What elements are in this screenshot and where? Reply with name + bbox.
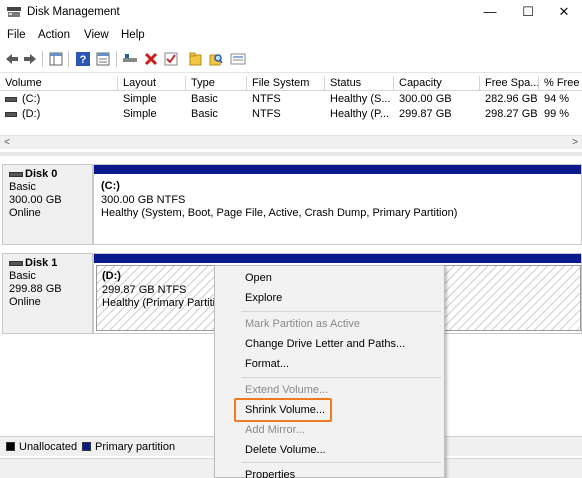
column-header-percent-free[interactable]: % Free — [539, 76, 582, 91]
menu-item-format[interactable]: Format... — [215, 354, 444, 374]
search-icon[interactable] — [208, 51, 224, 67]
disk-icon — [9, 171, 23, 177]
column-header-free-space[interactable]: Free Spa... — [480, 76, 539, 91]
cell-layout: Simple — [123, 108, 157, 120]
cell-volume: (D:) — [22, 108, 41, 120]
primary-partition-swatch — [82, 442, 91, 451]
disk-0-label[interactable]: Disk 0 Basic 300.00 GB Online — [2, 164, 93, 245]
toolbar-separator — [116, 51, 117, 67]
primary-partition-bar — [94, 165, 581, 174]
toolbar-separator — [42, 51, 43, 67]
disk-name: Disk 0 — [25, 168, 58, 180]
horizontal-scrollbar[interactable]: < > — [0, 135, 582, 149]
back-arrow-icon[interactable] — [4, 51, 20, 67]
cell-volume: (C:) — [22, 93, 41, 105]
shrink-volume-highlight — [234, 398, 332, 422]
column-header-layout[interactable]: Layout — [118, 76, 186, 91]
column-header-capacity[interactable]: Capacity — [394, 76, 480, 91]
disk-size: 299.88 GB — [9, 283, 62, 295]
legend-unallocated: Unallocated — [19, 441, 78, 453]
context-menu: Open Explore Mark Partition as Active Ch… — [214, 265, 445, 478]
disk-type: Basic — [9, 270, 36, 282]
svg-text:?: ? — [80, 54, 87, 66]
menu-action[interactable]: Action — [38, 29, 70, 41]
cell-type: Basic — [191, 108, 218, 120]
menu-view[interactable]: View — [84, 29, 109, 41]
folder-icon[interactable] — [188, 51, 204, 67]
menu-item-mark-active: Mark Partition as Active — [245, 318, 360, 330]
menu-item-open[interactable]: Open — [215, 268, 444, 288]
connect-icon[interactable] — [122, 51, 138, 67]
properties-icon[interactable] — [95, 51, 111, 67]
menu-separator — [241, 311, 441, 312]
column-header-type[interactable]: Type — [186, 76, 247, 91]
title-bar: Disk Management — ☐ ✕ — [0, 0, 582, 26]
cell-percent-free: 99 % — [544, 108, 570, 120]
menu-item-properties[interactable]: Properties — [215, 465, 444, 478]
disk-state: Online — [9, 207, 41, 219]
volume-list-header: Volume Layout Type File System Status Ca… — [0, 76, 582, 91]
column-header-volume[interactable]: Volume — [0, 76, 118, 91]
menu-item-add-mirror: Add Mirror... — [245, 424, 305, 436]
disk-state: Online — [9, 296, 41, 308]
cell-free-space: 282.96 GB — [485, 93, 538, 105]
column-header-status[interactable]: Status — [325, 76, 394, 91]
cell-status: Healthy (S... — [330, 93, 391, 105]
partition-label: (C:) — [101, 180, 120, 192]
menu-help[interactable]: Help — [121, 29, 145, 41]
scroll-right-icon[interactable]: > — [568, 136, 582, 150]
table-row[interactable]: (D:) Simple Basic NTFS Healthy (P... 299… — [0, 107, 582, 122]
cell-type: Basic — [191, 93, 218, 105]
delete-icon[interactable] — [143, 51, 159, 67]
cell-status: Healthy (P... — [330, 108, 390, 120]
cell-capacity: 299.87 GB — [399, 108, 452, 120]
menu-item-extend-volume: Extend Volume... — [245, 384, 329, 396]
cell-free-space: 298.27 GB — [485, 108, 538, 120]
table-row[interactable]: (C:) Simple Basic NTFS Healthy (S... 300… — [0, 92, 582, 107]
forward-arrow-icon[interactable] — [22, 51, 38, 67]
cell-capacity: 300.00 GB — [399, 93, 452, 105]
console-tree-icon[interactable] — [48, 51, 64, 67]
drive-icon — [5, 97, 17, 102]
partition-size-fs: 300.00 GB NTFS — [101, 193, 186, 206]
cell-percent-free: 94 % — [544, 93, 570, 105]
cell-file-system: NTFS — [252, 93, 281, 105]
legend-primary-partition: Primary partition — [95, 441, 176, 453]
unallocated-swatch — [6, 442, 15, 451]
partition-c[interactable]: (C:) 300.00 GB NTFS Healthy (System, Boo… — [93, 164, 582, 245]
scroll-left-icon[interactable]: < — [0, 136, 14, 150]
window-title: Disk Management — [27, 6, 120, 18]
check-icon[interactable] — [163, 51, 179, 67]
cell-file-system: NTFS — [252, 108, 281, 120]
menu-item-delete-volume[interactable]: Delete Volume... — [215, 440, 444, 460]
primary-partition-bar — [94, 254, 581, 263]
partition-status: Healthy (System, Boot, Page File, Active… — [101, 207, 458, 219]
disk-1-label[interactable]: Disk 1 Basic 299.88 GB Online — [2, 253, 93, 334]
menu-item-change-drive-letter[interactable]: Change Drive Letter and Paths... — [215, 334, 444, 354]
menu-file[interactable]: File — [7, 29, 26, 41]
menu-bar: File Action View Help — [0, 26, 582, 45]
disk-icon — [9, 260, 23, 266]
column-header-file-system[interactable]: File System — [247, 76, 325, 91]
toolbar: ? — [0, 45, 582, 73]
disk-name: Disk 1 — [25, 257, 58, 269]
partition-body: (C:) 300.00 GB NTFS Healthy (System, Boo… — [96, 176, 581, 242]
drive-icon — [5, 112, 17, 117]
menu-separator — [241, 462, 441, 463]
close-button[interactable]: ✕ — [541, 0, 582, 26]
disk-size: 300.00 GB — [9, 194, 62, 206]
list-view-icon[interactable] — [230, 51, 246, 67]
menu-separator — [241, 377, 441, 378]
disk-management-app-icon — [7, 7, 21, 17]
disk-type: Basic — [9, 181, 36, 193]
cell-layout: Simple — [123, 93, 157, 105]
help-icon[interactable]: ? — [75, 51, 91, 67]
menu-item-explore[interactable]: Explore — [215, 288, 444, 308]
toolbar-separator — [68, 51, 69, 67]
